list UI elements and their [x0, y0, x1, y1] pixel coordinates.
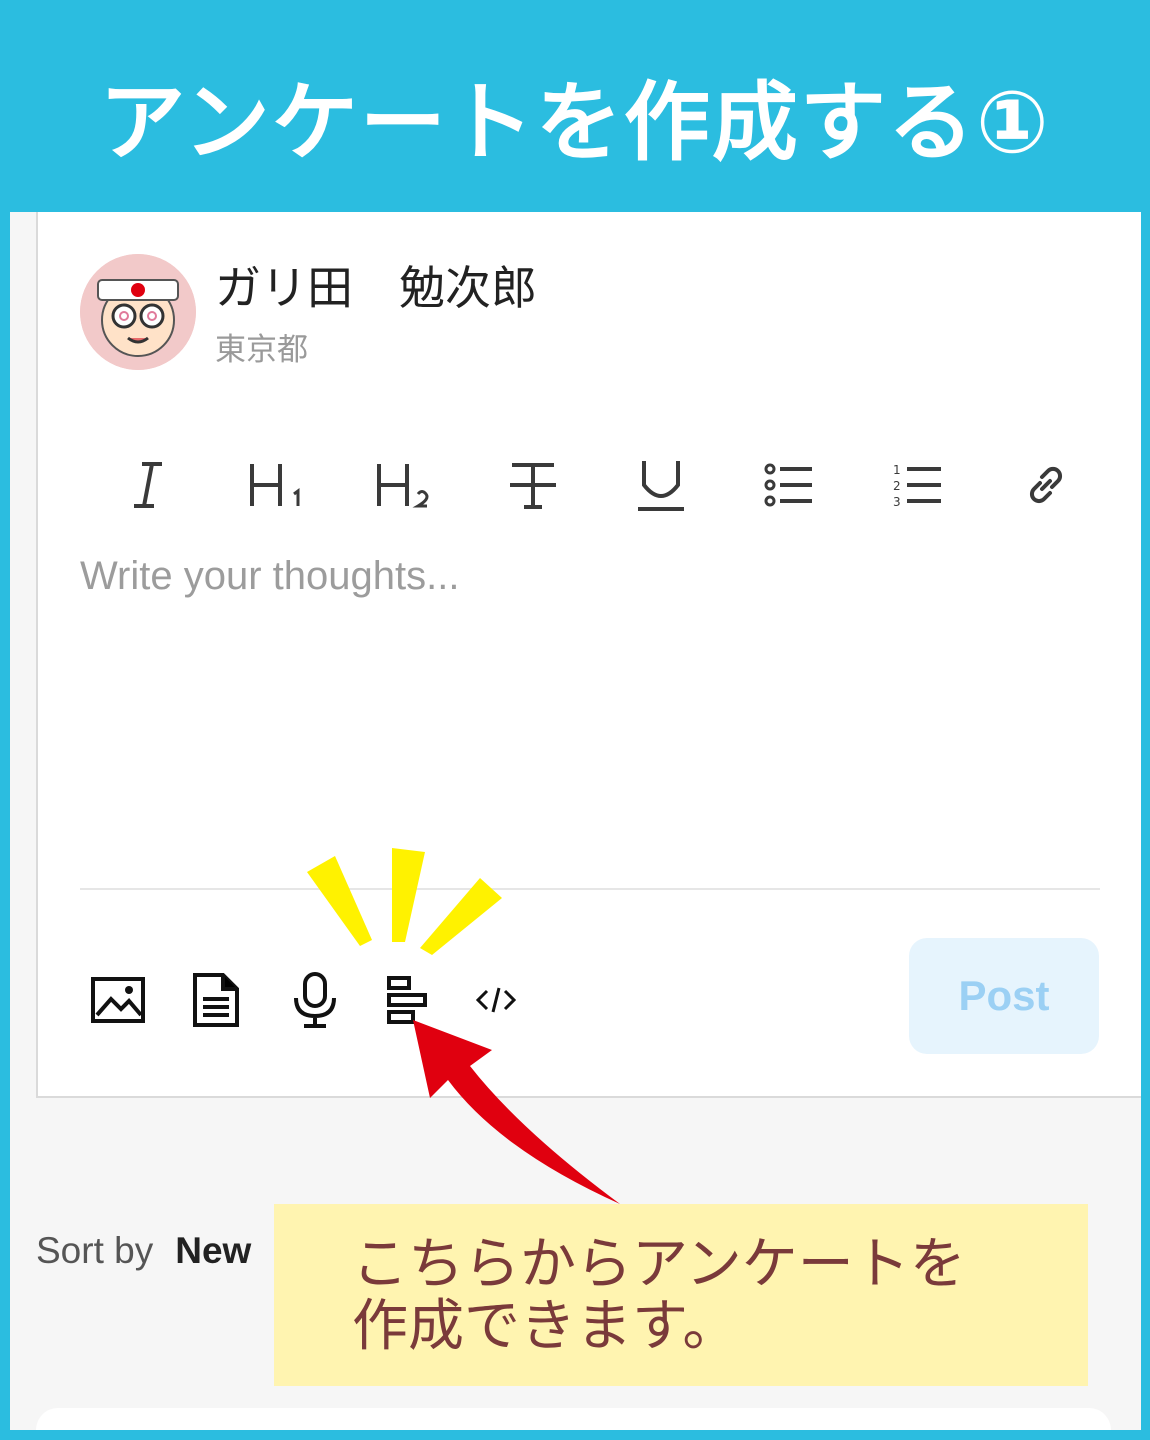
sparkle-icon — [307, 848, 502, 955]
callout-line-2: 作成できます。 — [352, 1294, 739, 1359]
callout-note: こちらからアンケートを 作成できます。 — [274, 1204, 1088, 1386]
callout-line-1: こちらからアンケートを — [352, 1232, 966, 1297]
arrow-icon — [413, 1020, 620, 1204]
